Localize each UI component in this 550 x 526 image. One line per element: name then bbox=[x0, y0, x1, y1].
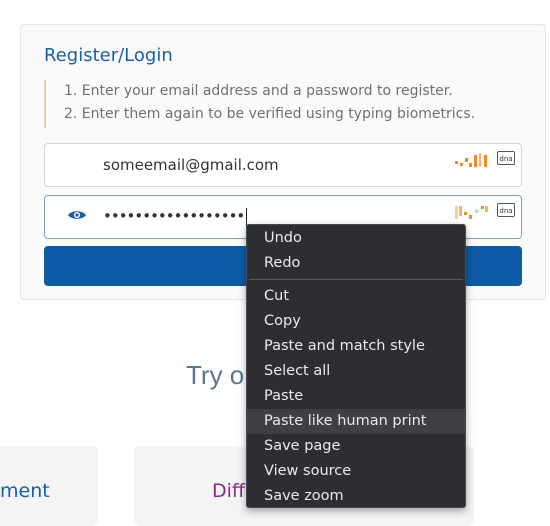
instruction-2: 2. Enter them again to be verified using… bbox=[64, 106, 476, 122]
menu-item-select-all[interactable]: Select all bbox=[247, 359, 465, 384]
menu-item-copy[interactable]: Copy bbox=[247, 309, 465, 334]
feature-card-right-title: Diff bbox=[212, 480, 245, 502]
menu-item-paste[interactable]: Paste bbox=[247, 384, 465, 409]
dna-badge-icon: dna bbox=[497, 203, 515, 217]
instruction-1: 1. Enter your email address and a passwo… bbox=[64, 83, 453, 99]
menu-item-save-page[interactable]: Save page bbox=[247, 434, 465, 459]
try-heading: Try o bbox=[186, 360, 245, 390]
email-value: someemail@gmail.com bbox=[103, 156, 279, 174]
typing-pattern-icon bbox=[455, 153, 487, 167]
menu-item-view-source[interactable]: View source bbox=[247, 459, 465, 484]
typing-pattern-icon bbox=[455, 206, 488, 219]
menu-item-paste-match-style[interactable]: Paste and match style bbox=[247, 334, 465, 359]
eye-icon[interactable] bbox=[67, 208, 87, 222]
menu-item-cut[interactable]: Cut bbox=[247, 284, 465, 309]
menu-item-redo[interactable]: Redo bbox=[247, 251, 465, 276]
menu-item-save-zoom[interactable]: Save zoom bbox=[247, 484, 465, 509]
instructions: 1. Enter your email address and a passwo… bbox=[44, 80, 524, 128]
menu-item-paste-like-human[interactable]: Paste like human print bbox=[247, 409, 465, 434]
password-value: •••••••••••••••••• bbox=[103, 207, 248, 226]
text-caret bbox=[246, 207, 248, 226]
dna-badge-icon: dna bbox=[497, 151, 515, 165]
context-menu: Undo Redo Cut Copy Paste and match style… bbox=[246, 224, 466, 508]
menu-item-undo[interactable]: Undo bbox=[247, 226, 465, 251]
feature-card-left-title: ment bbox=[0, 480, 50, 502]
card-title: Register/Login bbox=[44, 45, 173, 66]
email-field[interactable]: someemail@gmail.com dna bbox=[44, 143, 522, 187]
menu-separator bbox=[249, 279, 463, 280]
